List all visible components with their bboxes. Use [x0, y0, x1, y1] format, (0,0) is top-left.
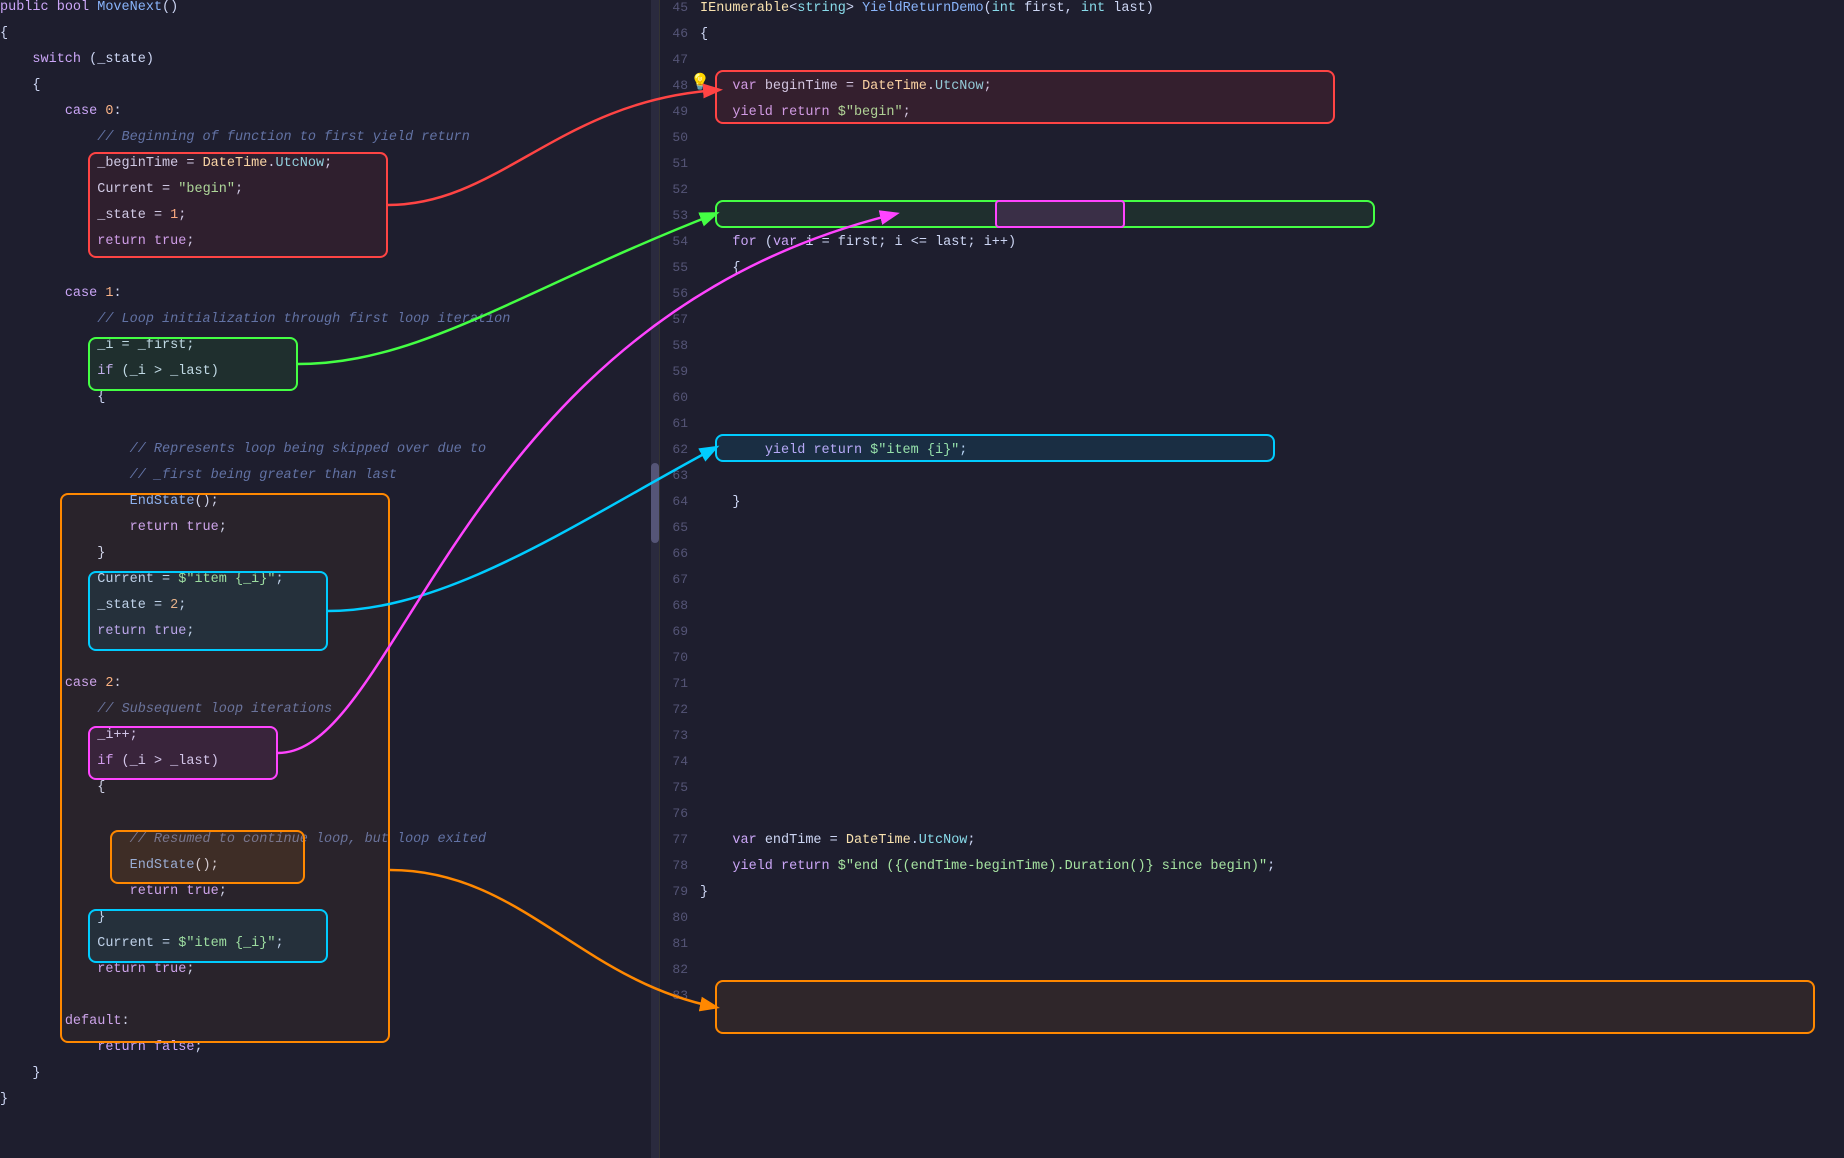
line-27: case 2:: [0, 676, 659, 702]
right-code-area: 45 IEnumerable<string> YieldReturnDemo(i…: [660, 0, 1844, 1014]
lightbulb-icon: 💡: [690, 72, 710, 92]
right-line-52: 52: [660, 182, 1844, 208]
line-33: // Resumed to continue loop, but loop ex…: [0, 832, 659, 858]
right-line-67: 67: [660, 572, 1844, 598]
line-20: EndState();: [0, 494, 659, 520]
right-line-49: 49 yield return $"begin";: [660, 104, 1844, 130]
left-code-area: public bool MoveNext() { switch (_state)…: [0, 0, 659, 1118]
right-line-71: 71: [660, 676, 1844, 702]
line-38: return true;: [0, 962, 659, 988]
right-line-61: 61: [660, 416, 1844, 442]
right-line-70: 70: [660, 650, 1844, 676]
line-4: {: [0, 78, 659, 104]
right-line-78: 78 yield return $"end ({(endTime-beginTi…: [660, 858, 1844, 884]
line-29: _i++;: [0, 728, 659, 754]
line-2: {: [0, 26, 659, 52]
right-line-56: 56: [660, 286, 1844, 312]
editor-container: public bool MoveNext() { switch (_state)…: [0, 0, 1844, 1158]
line-19: // _first being greater than last: [0, 468, 659, 494]
right-line-72: 72: [660, 702, 1844, 728]
right-line-45: 45 IEnumerable<string> YieldReturnDemo(i…: [660, 0, 1844, 26]
line-8: Current = "begin";: [0, 182, 659, 208]
right-line-59: 59: [660, 364, 1844, 390]
line-18: // Represents loop being skipped over du…: [0, 442, 659, 468]
line-28: // Subsequent loop iterations: [0, 702, 659, 728]
line-24: _state = 2;: [0, 598, 659, 624]
line-43: }: [0, 1092, 659, 1118]
line-14: _i = _first;: [0, 338, 659, 364]
line-1: public bool MoveNext(): [0, 0, 659, 26]
right-line-50: 50: [660, 130, 1844, 156]
right-line-65: 65: [660, 520, 1844, 546]
right-line-77: 77 var endTime = DateTime.UtcNow;: [660, 832, 1844, 858]
right-line-81: 81: [660, 936, 1844, 962]
right-line-82: 82: [660, 962, 1844, 988]
line-37: Current = $"item {_i}";: [0, 936, 659, 962]
right-line-83: 83: [660, 988, 1844, 1014]
line-7: _beginTime = DateTime.UtcNow;: [0, 156, 659, 182]
line-22: }: [0, 546, 659, 572]
line-23: Current = $"item {_i}";: [0, 572, 659, 598]
right-line-48: 48 var beginTime = DateTime.UtcNow;: [660, 78, 1844, 104]
right-line-54: 54 for (var i = first; i <= last; i++): [660, 234, 1844, 260]
right-line-46: 46 {: [660, 26, 1844, 52]
right-line-73: 73: [660, 728, 1844, 754]
line-21: return true;: [0, 520, 659, 546]
line-40: default:: [0, 1014, 659, 1040]
right-line-53: 53: [660, 208, 1844, 234]
right-line-58: 58: [660, 338, 1844, 364]
line-17: [0, 416, 659, 442]
line-42: }: [0, 1066, 659, 1092]
right-line-80: 80: [660, 910, 1844, 936]
right-line-47: 47: [660, 52, 1844, 78]
line-12: case 1:: [0, 286, 659, 312]
right-line-76: 76: [660, 806, 1844, 832]
line-13: // Loop initialization through first loo…: [0, 312, 659, 338]
line-30: if (_i > _last): [0, 754, 659, 780]
left-panel[interactable]: public bool MoveNext() { switch (_state)…: [0, 0, 660, 1158]
line-31: {: [0, 780, 659, 806]
left-scrollbar[interactable]: [651, 0, 659, 1158]
right-line-64: 64 }: [660, 494, 1844, 520]
right-line-57: 57: [660, 312, 1844, 338]
line-34: EndState();: [0, 858, 659, 884]
right-line-62: 62 yield return $"item {i}";: [660, 442, 1844, 468]
line-16: {: [0, 390, 659, 416]
right-line-60: 60: [660, 390, 1844, 416]
right-line-51: 51: [660, 156, 1844, 182]
right-line-55: 55 {: [660, 260, 1844, 286]
left-scrollbar-thumb[interactable]: [651, 463, 659, 543]
line-35: return true;: [0, 884, 659, 910]
right-panel[interactable]: 45 IEnumerable<string> YieldReturnDemo(i…: [660, 0, 1844, 1158]
right-line-79: 79 }: [660, 884, 1844, 910]
right-line-63: 63: [660, 468, 1844, 494]
line-11: [0, 260, 659, 286]
line-3: switch (_state): [0, 52, 659, 78]
line-26: [0, 650, 659, 676]
line-15: if (_i > _last): [0, 364, 659, 390]
line-6: // Beginning of function to first yield …: [0, 130, 659, 156]
line-41: return false;: [0, 1040, 659, 1066]
line-10: return true;: [0, 234, 659, 260]
line-32: [0, 806, 659, 832]
right-line-74: 74: [660, 754, 1844, 780]
right-line-75: 75: [660, 780, 1844, 806]
line-39: [0, 988, 659, 1014]
line-25: return true;: [0, 624, 659, 650]
line-9: _state = 1;: [0, 208, 659, 234]
right-line-69: 69: [660, 624, 1844, 650]
line-5: case 0:: [0, 104, 659, 130]
right-line-66: 66: [660, 546, 1844, 572]
right-line-68: 68: [660, 598, 1844, 624]
line-36: }: [0, 910, 659, 936]
